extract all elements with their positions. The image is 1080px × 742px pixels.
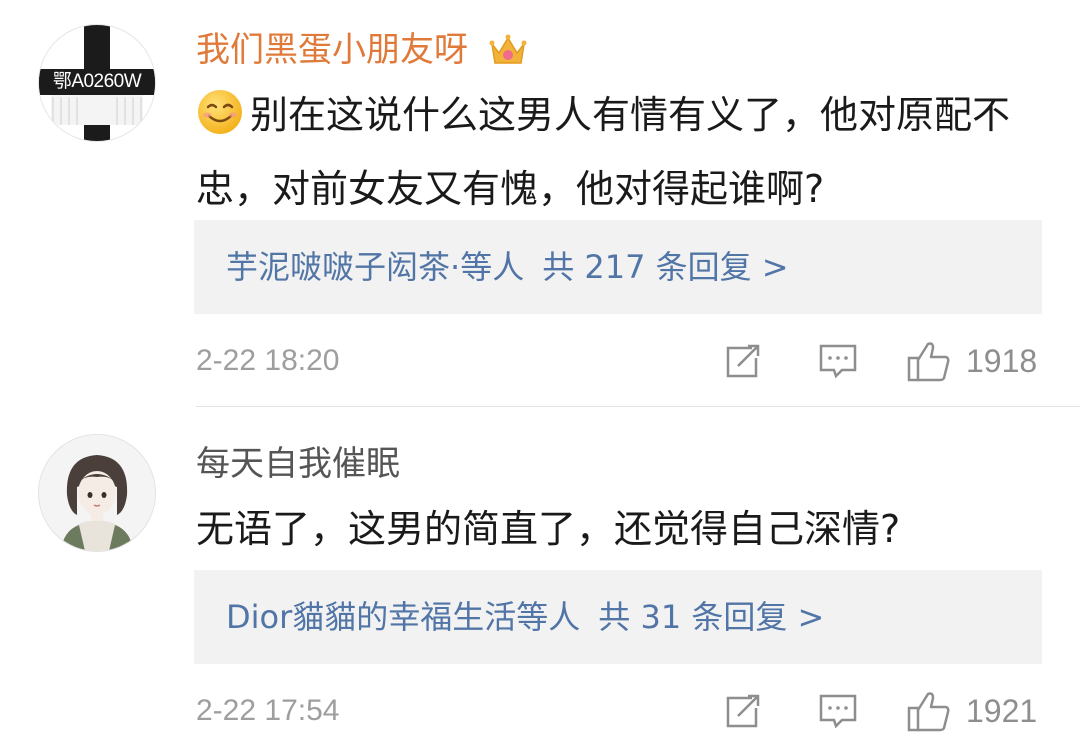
comment-item: 每天自我催眠 无语了，这男的简直了，还觉得自己深情? Dior貓貓的幸福生活等人… [0, 408, 1080, 742]
avatar[interactable]: 鄂A0260W [38, 24, 156, 142]
comment-icon[interactable] [818, 690, 858, 736]
share-icon[interactable] [722, 690, 764, 736]
thumbs-up-icon[interactable] [906, 340, 952, 388]
comment-text-content: 别在这说什么这男人有情有义了，他对原配不忠，对前女友又有愧，他对得起谁啊? [196, 93, 1011, 211]
girl-illustration [39, 435, 155, 551]
reply-count-link[interactable]: 共 217 条回复 > [542, 248, 788, 286]
comment-footer: 2-22 17:54 1921 [0, 686, 1080, 736]
comment-text: 别在这说什么这男人有情有义了，他对原配不忠，对前女友又有愧，他对得起谁啊? [196, 82, 1036, 222]
like-count: 1921 [966, 693, 1038, 729]
reply-separator: · [450, 248, 461, 286]
reply-count-link[interactable]: 共 31 条回复 > [598, 598, 824, 636]
divider [196, 406, 1080, 407]
comment-text: 无语了，这男的简直了，还觉得自己深情? [196, 507, 901, 551]
username-text: 我们黑蛋小朋友呀 [196, 30, 468, 70]
username[interactable]: 每天自我催眠 [196, 442, 400, 486]
share-icon[interactable] [722, 340, 764, 386]
avatar[interactable] [38, 434, 156, 552]
reply-user-names[interactable]: 芋泥啵啵子闳茶 [226, 248, 450, 286]
comment-icon[interactable] [818, 340, 858, 386]
crown-icon [489, 33, 527, 78]
thumbs-up-icon[interactable] [906, 690, 952, 738]
replies-summary[interactable]: 芋泥啵啵子闳茶·等人共 217 条回复 > [194, 220, 1042, 314]
reply-suffix: 等人 [460, 248, 525, 286]
reply-user-names[interactable]: Dior貓貓的幸福生活 [226, 598, 516, 636]
comment-item: 鄂A0260W 我们黑蛋小朋友呀 别在这说什么这男人有情有义了，他对原配不忠，对… [0, 0, 1080, 408]
replies-summary[interactable]: Dior貓貓的幸福生活等人共 31 条回复 > [194, 570, 1042, 664]
smile-icon [196, 88, 244, 156]
avatar-plate-text: 鄂A0260W [39, 69, 155, 95]
timestamp: 2-22 17:54 [196, 694, 340, 727]
timestamp: 2-22 18:20 [196, 344, 340, 377]
comment-footer: 2-22 18:20 1918 [0, 336, 1080, 386]
reply-suffix: 等人 [516, 598, 581, 636]
like-count: 1918 [966, 343, 1038, 379]
username[interactable]: 我们黑蛋小朋友呀 [196, 28, 527, 78]
